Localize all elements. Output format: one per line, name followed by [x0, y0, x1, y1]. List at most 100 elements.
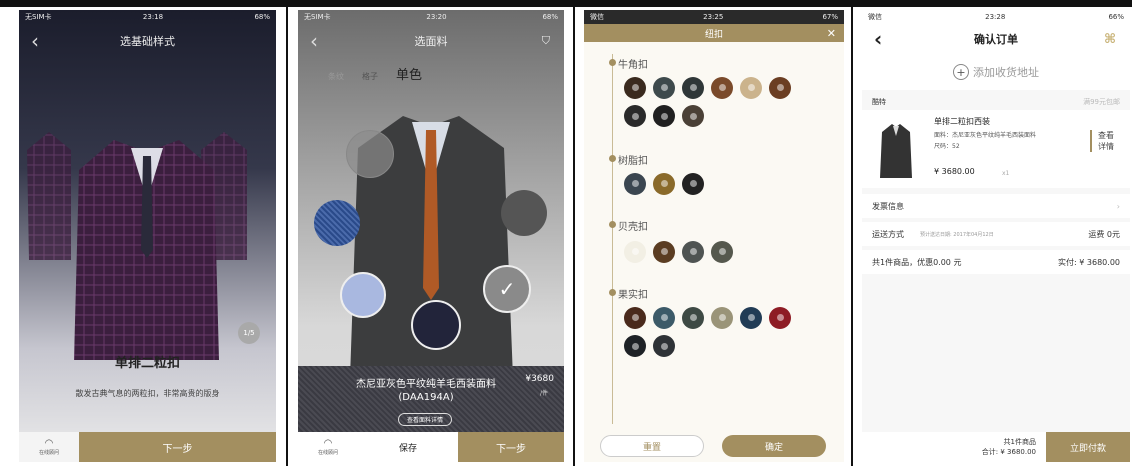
status-bar: 无SIM卡 23:20 68% — [298, 10, 564, 24]
headset-icon: ◠ — [323, 438, 333, 449]
fabric-swatch-selected[interactable]: ✓ — [483, 265, 531, 313]
button-option[interactable] — [682, 240, 704, 263]
next-button[interactable]: 下一步 — [458, 432, 564, 462]
footer-count: 共1件商品 — [1003, 438, 1036, 446]
product-size: 尺码：52 — [934, 143, 960, 150]
button-option[interactable] — [653, 172, 675, 195]
section-dot — [609, 221, 616, 228]
product-thumbnail — [880, 124, 912, 178]
service-button[interactable]: ◠ 在线顾问 — [19, 432, 79, 462]
section-title: 树脂扣 — [618, 156, 648, 167]
shop-name: 酷特 — [872, 98, 886, 106]
reset-button[interactable]: 重置 — [600, 435, 704, 457]
button-option[interactable] — [769, 306, 791, 329]
confirm-button[interactable]: 确定 — [722, 435, 826, 457]
next-button[interactable]: 下一步 — [79, 432, 276, 462]
fabric-swatch[interactable] — [501, 190, 547, 236]
headset-icon: ◠ — [44, 438, 54, 449]
page-indicator: 1/5 — [238, 322, 260, 344]
button-option[interactable] — [740, 76, 762, 99]
fabric-swatch[interactable] — [314, 200, 360, 246]
product-name: 单排二粒扣西装 — [934, 117, 990, 126]
button-option[interactable] — [624, 172, 646, 195]
button-option[interactable] — [711, 240, 733, 263]
clock: 23:18 — [142, 13, 164, 21]
close-icon[interactable]: ✕ — [827, 27, 836, 40]
section-title: 果实扣 — [618, 290, 648, 301]
carrier: 无SIM卡 — [25, 13, 52, 21]
carrier: 微信 — [868, 13, 882, 21]
suit-image — [27, 132, 247, 360]
status-bar: 微信 23:28 66% — [862, 10, 1130, 24]
summary-row: 共1件商品，优惠0.00 元 实付: ¥ 3680.00 — [862, 250, 1130, 274]
fabric-info-panel: 杰尼亚灰色平纹纯羊毛西装面料(DAA194A) ¥3680 /件 查看面料详情 — [298, 366, 564, 432]
delivery-date: 预计送达日期: 2017年04月12日 — [920, 231, 994, 238]
tab-plaid[interactable]: 格子 — [362, 71, 378, 82]
screen-buttons: 微信 23:25 67% 纽扣 ✕ 牛角扣 树脂扣 贝壳扣 果实扣 重置 确定 — [584, 10, 844, 462]
fabric-price: ¥3680 — [525, 374, 554, 384]
product-qty: x1 — [1002, 170, 1010, 177]
screen-order: 微信 23:28 66% ‹ 确认订单 ⌘ + 添加收货地址 酷特 满99元包邮… — [862, 10, 1130, 462]
screen-fabric: 无SIM卡 23:20 68% ‹ 选面料 ⛉ 条纹 格子 单色 ✓ 杰尼亚灰色… — [298, 10, 564, 462]
button-option[interactable] — [682, 306, 704, 329]
button-option[interactable] — [624, 105, 646, 127]
fabric-tabs: 条纹 格子 单色 — [328, 64, 422, 83]
save-button[interactable]: 保存 — [358, 432, 458, 462]
battery: 66% — [1108, 13, 1124, 21]
button-option[interactable] — [653, 335, 675, 357]
shipping-note: 满99元包邮 — [1083, 98, 1120, 106]
back-icon[interactable]: ‹ — [31, 29, 39, 53]
button-option[interactable] — [653, 240, 675, 263]
page-title: 选基础样式 — [120, 35, 175, 48]
button-option[interactable] — [653, 76, 675, 99]
add-address-row[interactable]: + 添加收货地址 — [862, 54, 1130, 90]
button-option[interactable] — [740, 306, 762, 329]
delivery-row[interactable]: 运送方式 预计送达日期: 2017年04月12日 运费 0元 — [862, 222, 1130, 246]
divider — [851, 7, 853, 466]
logo-icon: ⌘ — [1103, 31, 1116, 47]
invoice-label: 发票信息 — [872, 201, 904, 211]
button-option[interactable] — [682, 105, 704, 127]
footer-summary: 共1件商品 合计: ¥ 3680.00 — [862, 432, 1046, 462]
fabric-swatch[interactable] — [411, 300, 461, 350]
button-option[interactable] — [624, 76, 646, 99]
button-option[interactable] — [711, 306, 733, 329]
service-label: 在线顾问 — [317, 450, 338, 456]
tab-solid[interactable]: 单色 — [396, 64, 422, 83]
nav-bar: ‹ 确认订单 ⌘ — [862, 24, 1130, 54]
pay-button[interactable]: 立即付款 — [1046, 432, 1130, 462]
bottom-bar: ◠ 在线顾问 保存 下一步 — [298, 432, 564, 462]
add-address-label: 添加收货地址 — [973, 66, 1039, 79]
check-icon: ✓ — [498, 277, 516, 301]
fabric-detail-button[interactable]: 查看面料详情 — [398, 413, 453, 426]
tab-stripe[interactable]: 条纹 — [328, 71, 344, 82]
button-option[interactable] — [653, 105, 675, 127]
invoice-row[interactable]: 发票信息 › — [862, 194, 1130, 218]
button-option[interactable] — [769, 76, 791, 99]
service-button[interactable]: ◠ 在线顾问 — [298, 432, 358, 462]
button-option[interactable] — [711, 76, 733, 99]
button-option[interactable] — [682, 76, 704, 99]
delivery-label: 运送方式 — [872, 229, 904, 239]
button-option[interactable] — [624, 335, 646, 357]
section-title: 牛角扣 — [618, 60, 648, 71]
button-option[interactable] — [682, 172, 704, 195]
button-option[interactable] — [624, 240, 646, 263]
delivery-fee: 运费 0元 — [1088, 229, 1120, 239]
carrier: 无SIM卡 — [304, 13, 331, 21]
section-dot — [609, 289, 616, 296]
product-price: ¥ 3680.00 — [934, 167, 975, 176]
service-label: 在线顾问 — [38, 450, 59, 456]
fabric-swatch[interactable] — [346, 130, 394, 178]
summary-left: 共1件商品，优惠0.00 元 — [872, 257, 962, 267]
back-icon[interactable]: ‹ — [310, 29, 318, 53]
button-option[interactable] — [624, 306, 646, 329]
clock: 23:28 — [985, 13, 1006, 21]
detail-button[interactable]: 查看详情 — [1090, 130, 1120, 152]
footer-total: 合计: ¥ 3680.00 — [981, 448, 1036, 456]
back-icon[interactable]: ‹ — [874, 27, 882, 51]
bottom-bar: ◠ 在线顾问 下一步 — [19, 432, 276, 462]
cart-icon[interactable]: ⛉ — [542, 34, 550, 48]
button-option[interactable] — [653, 306, 675, 329]
fabric-swatch[interactable] — [340, 272, 386, 318]
